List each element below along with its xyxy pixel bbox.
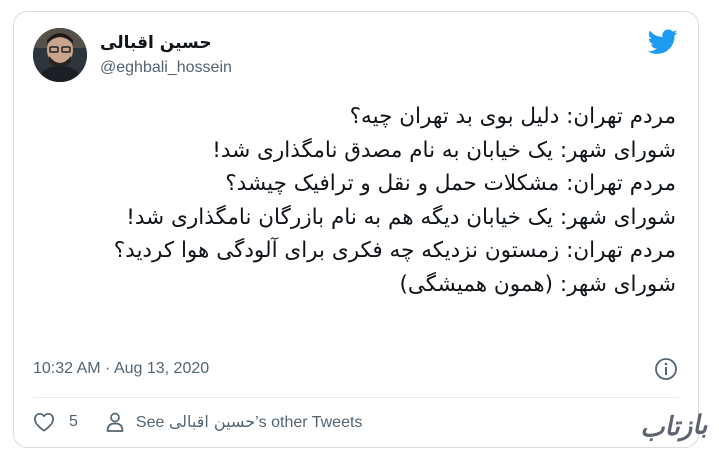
watermark-logo: بازتاب <box>639 410 709 444</box>
tweet-text: مردم تهران: دلیل بوی بد تهران چیه؟ شورای… <box>36 100 676 301</box>
action-bar: 5 See حسین اقبالی’s other Tweets <box>33 409 362 435</box>
tweet-line: شورای شهر: یک خیابان به نام مصدق نامگذار… <box>212 137 676 163</box>
tweet-card: حسین اقبالی @eghbali_hossein مردم تهران:… <box>13 11 699 448</box>
tweet-line: شورای شهر: یک خیابان دیگه هم به نام بازر… <box>126 204 676 230</box>
avatar[interactable] <box>33 28 87 82</box>
see-author-name: حسین اقبالی <box>168 412 256 431</box>
like-button[interactable]: 5 <box>33 412 78 432</box>
tweet-line: مردم تهران: دلیل بوی بد تهران چیه؟ <box>349 104 676 129</box>
see-other-tweets-button[interactable]: See حسین اقبالی’s other Tweets <box>106 412 363 432</box>
tweet-line: مردم تهران: زمستون نزدیکه چه فکری برای آ… <box>113 238 676 263</box>
divider <box>33 397 679 398</box>
see-suffix: ’s other Tweets <box>255 414 363 431</box>
see-prefix: See <box>135 414 169 431</box>
author-handle[interactable]: @eghbali_hossein <box>100 59 232 77</box>
tweet-timestamp[interactable]: 10:32 AM · Aug 13, 2020 <box>33 360 209 378</box>
heart-icon <box>34 412 54 432</box>
twitter-bird-icon[interactable] <box>648 29 678 55</box>
author-name[interactable]: حسین اقبالی <box>100 33 212 53</box>
avatar-photo <box>33 28 87 82</box>
person-icon <box>106 412 124 432</box>
tweet-line: مردم تهران: مشکلات حمل و نقل و ترافیک چی… <box>225 171 676 196</box>
like-count: 5 <box>69 413 78 430</box>
see-other-tweets-label: See حسین اقبالی’s other Tweets <box>136 412 363 432</box>
tweet-line: شورای شهر: (همون همیشگی) <box>399 271 676 297</box>
info-icon[interactable] <box>654 357 678 381</box>
